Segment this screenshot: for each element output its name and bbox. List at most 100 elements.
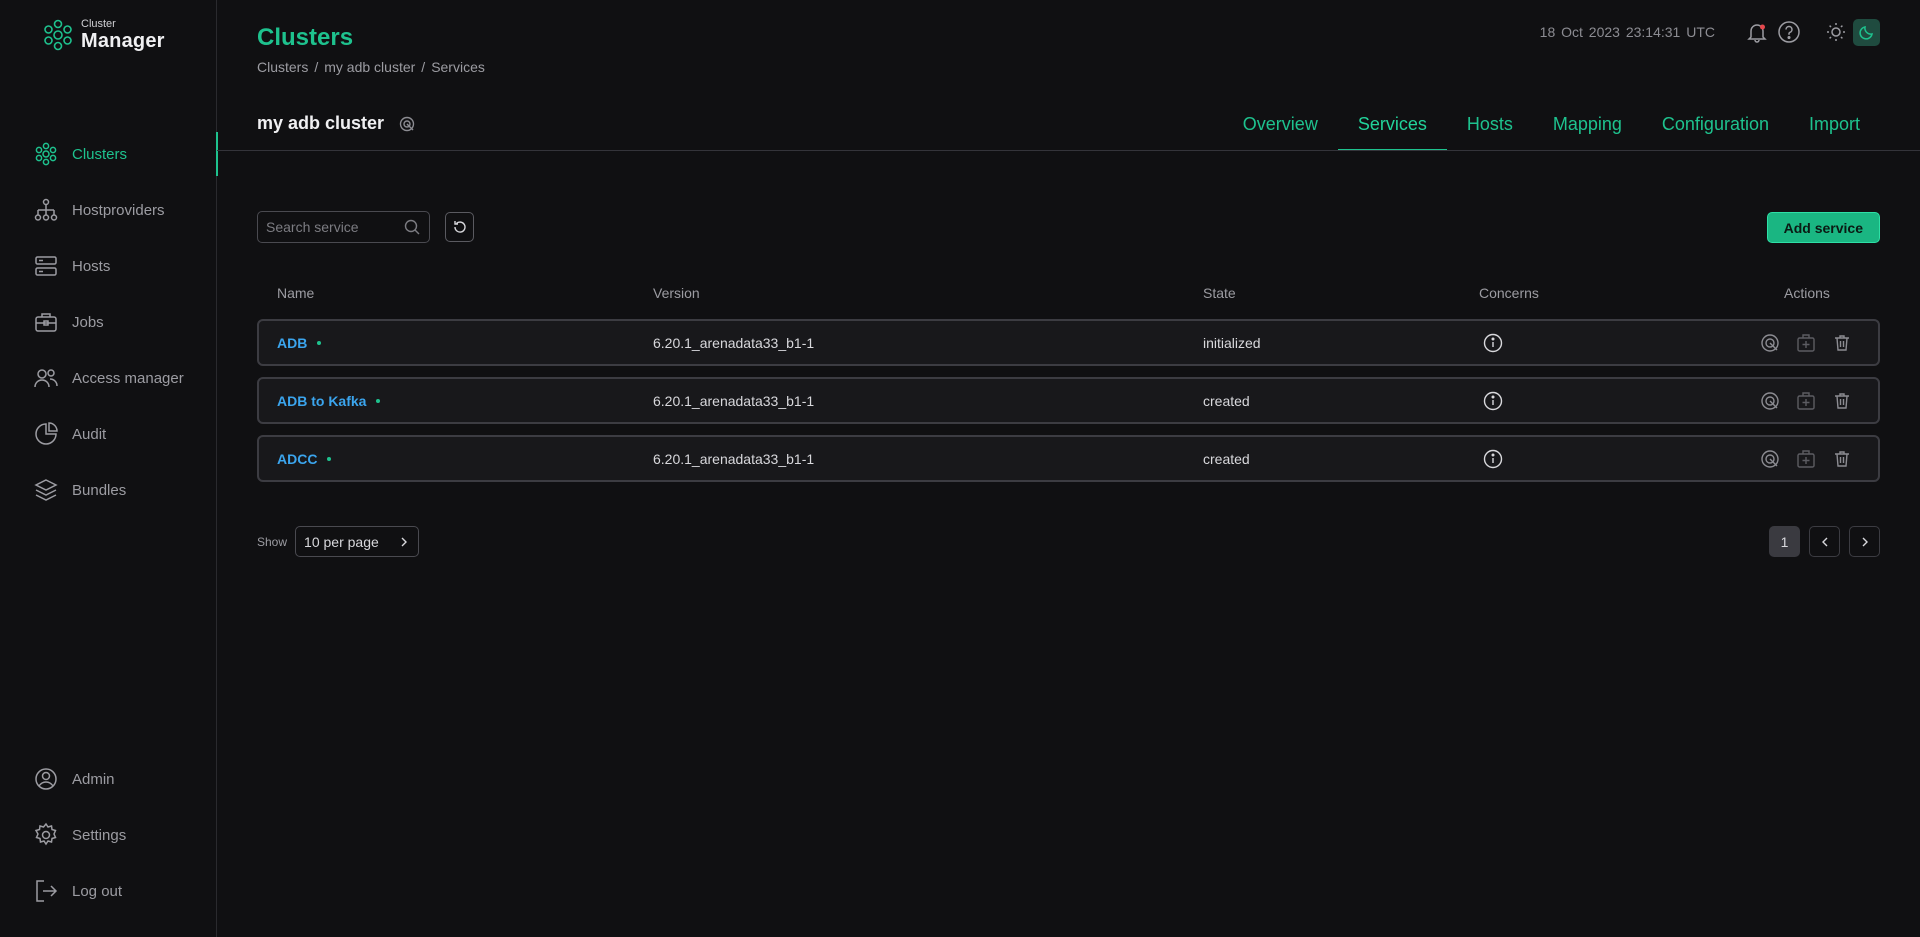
service-link[interactable]: ADB to Kafka [277,393,366,409]
datetime: 18 Oct 2023 23:14:31 UTC [1539,24,1715,40]
concerns-cell [1483,321,1503,364]
delete-button[interactable] [1830,389,1854,413]
logo-small-text: Cluster [81,18,116,30]
version-cell: 6.20.1_arenadata33_b1-1 [653,450,815,467]
state-cell: created [1203,392,1250,409]
version-cell: 6.20.1_arenadata33_b1-1 [653,392,815,409]
sidebar-item-settings[interactable]: Settings [0,807,217,863]
dark-mode-toggle[interactable] [1853,18,1880,46]
add-box-icon [1797,333,1815,352]
sidebar-bottom-nav: Admin Settings Log out [0,751,217,919]
chevron-left-icon [1821,537,1827,546]
refresh-button[interactable] [445,212,474,242]
cluster-action-icon[interactable] [398,115,416,133]
next-page-button[interactable] [1849,526,1880,557]
logo-big-text: Manager [81,30,165,52]
state-cell: initialized [1203,334,1261,351]
bundles-icon [34,479,58,501]
per-page-value: 10 per page [304,533,379,550]
sidebar-item-label: Settings [72,826,127,844]
per-page-select[interactable]: 10 per page [295,526,420,557]
status-dot [317,340,322,345]
run-action-button[interactable] [1758,447,1782,471]
action-icon [1761,449,1779,468]
tabs-divider [217,150,1920,151]
tab-configuration[interactable]: Configuration [1642,102,1789,151]
hosts-icon [35,256,57,276]
hostproviders-icon [34,198,58,221]
service-name-cell: ADCC [277,437,332,480]
sidebar-item-bundles[interactable]: Bundles [0,462,217,518]
search-field[interactable] [257,211,430,243]
breadcrumb-cluster[interactable]: my adb cluster [324,59,415,75]
help-button[interactable] [1777,20,1801,44]
add-component-button[interactable] [1794,389,1818,413]
action-icon [1761,333,1779,352]
trash-icon [1835,450,1849,467]
info-icon[interactable] [1483,391,1503,411]
sidebar-item-audit[interactable]: Audit [0,406,217,462]
table-header: Name Version State Concerns Actions [257,285,1880,309]
breadcrumb-services: Services [431,59,485,75]
main-content: Clusters Clusters / my adb cluster / Ser… [217,0,1920,937]
column-header-version: Version [653,285,700,301]
per-page-control: Show 10 per page [257,526,420,557]
tab-hosts[interactable]: Hosts [1447,102,1533,151]
sun-icon [1827,23,1845,41]
page-title: Clusters [257,24,354,51]
service-link[interactable]: ADCC [277,451,317,467]
breadcrumb-clusters[interactable]: Clusters [257,59,308,75]
trash-icon [1835,334,1849,351]
action-icon [1761,391,1779,410]
run-action-button[interactable] [1758,331,1782,355]
bell-icon [1747,24,1767,43]
service-link[interactable]: ADB [277,335,307,351]
access-manager-icon [34,369,58,388]
actions-cell [1746,437,1854,480]
prev-page-button[interactable] [1809,526,1840,557]
add-service-button[interactable]: Add service [1766,212,1880,243]
sidebar-item-access-manager[interactable]: Access manager [0,350,217,406]
cluster-logo-icon [44,19,72,51]
tab-overview[interactable]: Overview [1223,102,1338,151]
logo[interactable]: Cluster Manager [41,18,165,52]
sidebar-item-label: Hostproviders [72,201,165,219]
moon-icon [1858,26,1873,40]
column-header-state: State [1203,285,1236,301]
show-label: Show [257,534,288,549]
sidebar-item-label: Log out [72,882,123,900]
info-icon[interactable] [1483,449,1503,469]
info-icon[interactable] [1483,333,1503,353]
version-cell: 6.20.1_arenadata33_b1-1 [653,334,815,351]
delete-button[interactable] [1830,331,1854,355]
theme-toggle[interactable] [1825,18,1880,46]
add-component-button[interactable] [1794,331,1818,355]
sidebar-item-logout[interactable]: Log out [0,863,217,919]
sidebar-nav: Clusters Hostproviders Hosts Jobs Access… [0,126,218,518]
sidebar-item-hosts[interactable]: Hosts [0,238,217,294]
cluster-name: my adb cluster [257,113,416,134]
sidebar-item-label: Jobs [72,313,104,331]
tab-services[interactable]: Services [1337,102,1447,151]
breadcrumb: Clusters / my adb cluster / Services [257,59,485,75]
sidebar-item-jobs[interactable]: Jobs [0,294,217,350]
chevron-right-icon [1862,537,1868,546]
table-row: ADB to Kafka 6.20.1_arenadata33_b1-1 cre… [257,377,1880,424]
status-dot [327,456,332,461]
tab-mapping[interactable]: Mapping [1533,102,1642,151]
notifications-button[interactable] [1745,20,1769,44]
add-component-button[interactable] [1794,447,1818,471]
run-action-button[interactable] [1758,389,1782,413]
table-row: ADCC 6.20.1_arenadata33_b1-1 created [257,435,1880,482]
sidebar-item-hostproviders[interactable]: Hostproviders [0,182,217,238]
table-row: ADB 6.20.1_arenadata33_b1-1 initialized [257,319,1880,366]
tabs: Overview Services Hosts Mapping Configur… [1223,102,1880,151]
gear-icon [34,822,57,846]
sidebar-item-clusters[interactable]: Clusters [0,126,218,182]
search-input[interactable] [266,219,396,235]
delete-button[interactable] [1830,447,1854,471]
tab-import[interactable]: Import [1789,102,1880,151]
page-button-current[interactable]: 1 [1769,526,1800,557]
sidebar-item-admin[interactable]: Admin [0,751,217,807]
state-cell: created [1203,450,1250,467]
